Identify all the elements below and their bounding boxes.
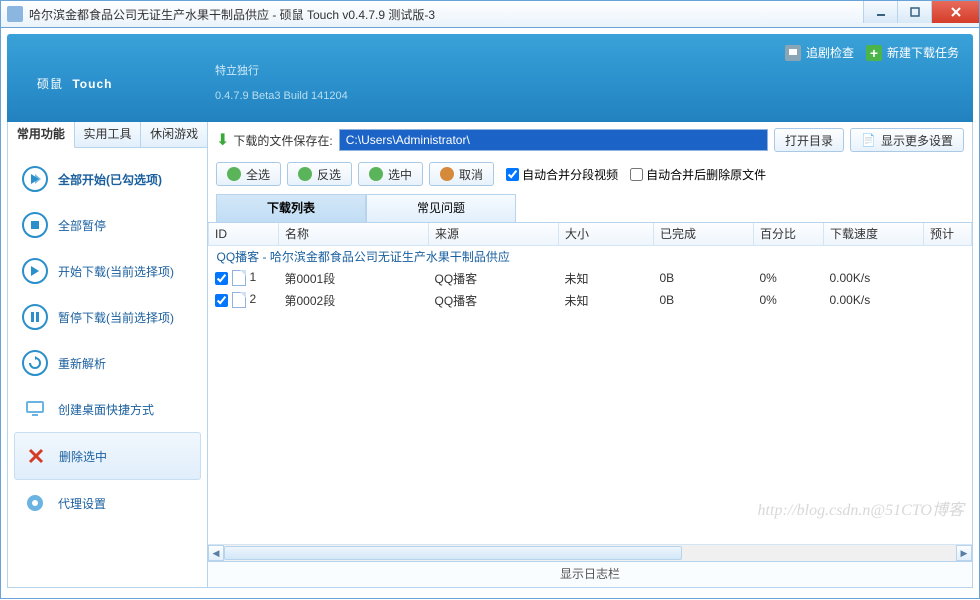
side-tab-games[interactable]: 休闲游戏	[141, 122, 208, 147]
save-path-label: ⬇下载的文件保存在:	[216, 130, 333, 150]
side-pause-all[interactable]: 全部暂停	[14, 202, 201, 248]
monitor-icon	[785, 45, 801, 61]
minimize-button[interactable]	[863, 1, 897, 23]
side-start-selected[interactable]: 开始下载(当前选择项)	[14, 248, 201, 294]
auto-delete-checkbox[interactable]: 自动合并后删除原文件	[630, 166, 766, 183]
app-logo: 硕鼠 Touch	[37, 62, 112, 96]
track-check-button[interactable]: 追剧检查	[785, 44, 854, 61]
side-start-all[interactable]: 全部开始(已勾选项)	[14, 156, 201, 202]
side-shortcut[interactable]: 创建桌面快捷方式	[14, 386, 201, 432]
file-icon	[232, 270, 246, 286]
col-name[interactable]: 名称	[279, 223, 429, 245]
invert-button[interactable]: 反选	[287, 162, 352, 186]
header-banner: 硕鼠 Touch 特立独行 0.4.7.9 Beta3 Build 141204…	[7, 34, 973, 122]
row-checkbox[interactable]	[215, 294, 228, 307]
side-reparse[interactable]: 重新解析	[14, 340, 201, 386]
stop-icon	[22, 212, 48, 238]
side-tab-tools[interactable]: 实用工具	[75, 122, 142, 147]
settings-icon: 📄	[861, 133, 876, 147]
auto-merge-checkbox[interactable]: 自动合并分段视频	[506, 166, 618, 183]
delete-icon	[23, 443, 49, 469]
row-checkbox[interactable]	[215, 272, 228, 285]
tagline: 特立独行	[215, 62, 259, 78]
col-pct[interactable]: 百分比	[754, 223, 824, 245]
col-id[interactable]: ID	[209, 223, 279, 245]
app-icon	[7, 6, 23, 22]
col-source[interactable]: 来源	[429, 223, 559, 245]
green-dot-icon	[227, 167, 241, 181]
maximize-button[interactable]	[897, 1, 931, 23]
horizontal-scrollbar[interactable]: ◀ ▶	[208, 544, 972, 561]
monitor-icon	[22, 396, 48, 422]
scroll-left-arrow[interactable]: ◀	[208, 545, 224, 561]
side-pause-selected[interactable]: 暂停下载(当前选择项)	[14, 294, 201, 340]
file-icon	[232, 292, 246, 308]
side-proxy[interactable]: 代理设置	[14, 480, 201, 526]
play-all-icon	[22, 166, 48, 192]
download-arrow-icon: ⬇	[216, 130, 229, 150]
gear-icon	[22, 490, 48, 516]
check-button[interactable]: 选中	[358, 162, 423, 186]
select-all-button[interactable]: 全选	[216, 162, 281, 186]
play-icon	[22, 258, 48, 284]
titlebar[interactable]: 哈尔滨金都食品公司无证生产水果干制品供应 - 硕鼠 Touch v0.4.7.9…	[0, 0, 980, 28]
plus-icon: +	[866, 45, 882, 61]
watermark: http://blog.csdn.n@51CTO博客	[758, 496, 964, 520]
table-row[interactable]: 1 第0001段QQ播客未知0B0%0.00K/s	[209, 267, 972, 289]
table-group-row[interactable]: QQ播客 - 哈尔滨金都食品公司无证生产水果干制品供应	[209, 245, 972, 267]
side-tab-common[interactable]: 常用功能	[8, 122, 75, 148]
refresh-icon	[22, 350, 48, 376]
col-size[interactable]: 大小	[559, 223, 654, 245]
status-bar[interactable]: 显示日志栏	[208, 561, 972, 587]
col-done[interactable]: 已完成	[654, 223, 754, 245]
col-speed[interactable]: 下载速度	[824, 223, 924, 245]
more-settings-button[interactable]: 📄显示更多设置	[850, 128, 964, 152]
scroll-right-arrow[interactable]: ▶	[956, 545, 972, 561]
cancel-button[interactable]: 取消	[429, 162, 494, 186]
tab-faq[interactable]: 常见问题	[366, 194, 516, 222]
green-dot-icon	[298, 167, 312, 181]
version-label: 0.4.7.9 Beta3 Build 141204	[215, 90, 348, 102]
tab-download-list[interactable]: 下载列表	[216, 194, 366, 222]
orange-dot-icon	[440, 167, 454, 181]
download-table: ID 名称 来源 大小 已完成 百分比 下载速度 预计 QQ播客 - 哈尔滨金都…	[208, 222, 972, 544]
green-dot-icon	[369, 167, 383, 181]
new-task-button[interactable]: + 新建下载任务	[866, 44, 959, 61]
pause-icon	[22, 304, 48, 330]
col-eta[interactable]: 预计	[924, 223, 972, 245]
side-delete-selected[interactable]: 删除选中	[14, 432, 201, 480]
close-button[interactable]	[931, 1, 979, 23]
table-row[interactable]: 2 第0002段QQ播客未知0B0%0.00K/s	[209, 289, 972, 311]
scrollbar-thumb[interactable]	[224, 546, 682, 560]
open-dir-button[interactable]: 打开目录	[774, 128, 844, 152]
window-title: 哈尔滨金都食品公司无证生产水果干制品供应 - 硕鼠 Touch v0.4.7.9…	[29, 6, 435, 23]
save-path-input[interactable]	[339, 129, 768, 151]
